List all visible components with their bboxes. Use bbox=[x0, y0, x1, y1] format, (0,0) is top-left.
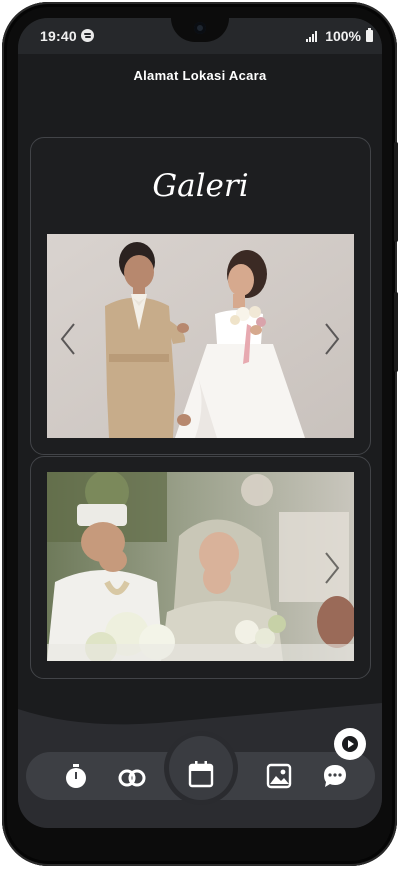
rings-icon[interactable] bbox=[118, 762, 146, 790]
battery-percent: 100% bbox=[325, 28, 361, 44]
front-camera-icon bbox=[194, 22, 206, 34]
signal-icon bbox=[306, 31, 318, 42]
power-button bbox=[394, 292, 398, 372]
gallery-card: Galeri bbox=[30, 137, 371, 455]
gallery-title: Galeri bbox=[152, 168, 249, 204]
stopwatch-icon[interactable] bbox=[62, 762, 90, 790]
status-time: 19:40 bbox=[40, 28, 77, 44]
spotify-icon bbox=[81, 29, 94, 42]
play-music-icon bbox=[342, 736, 358, 752]
gallery-card bbox=[30, 456, 371, 679]
wedding-ceremony-photo[interactable] bbox=[47, 472, 354, 661]
next-photo-icon[interactable] bbox=[323, 322, 341, 356]
gallery-icon[interactable] bbox=[265, 762, 293, 790]
app-screen: 19:40 100% Alamat Lokasi Acara Galeri bbox=[18, 18, 382, 828]
location-title: Alamat Lokasi Acara bbox=[133, 68, 267, 83]
previous-photo-icon[interactable] bbox=[59, 322, 77, 356]
battery-icon bbox=[366, 28, 373, 42]
calendar-icon[interactable] bbox=[187, 760, 215, 788]
next-photo-icon[interactable] bbox=[323, 551, 341, 585]
chat-icon[interactable] bbox=[321, 762, 349, 790]
couple-portrait-photo[interactable] bbox=[47, 234, 354, 438]
play-music-button[interactable] bbox=[334, 728, 366, 760]
volume-button bbox=[394, 142, 398, 242]
